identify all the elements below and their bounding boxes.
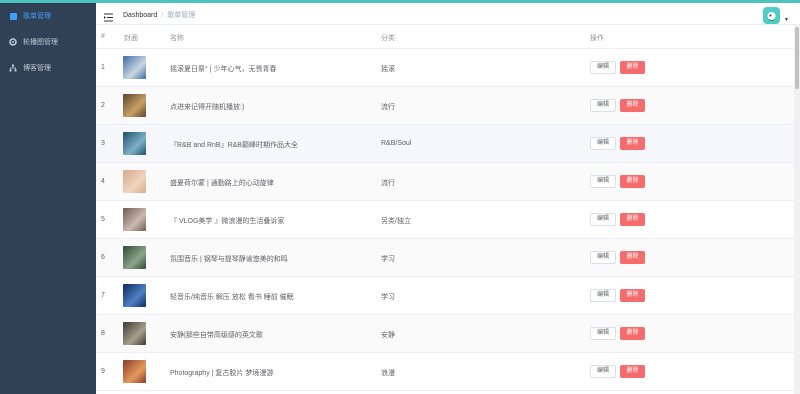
playlist-table: # 封面 名称 分类 操作 1 摇滚夏日祭° | 少年心气，无畏青春 摇滚 编辑 删除 2… [96,25,794,394]
row-index: 6 [101,254,105,261]
playlist-title: 盛夏荷尔蒙 | 通勤路上的心动旋律 [170,180,274,187]
playlist-cover-image [123,208,146,231]
header-actions: 操作 [590,35,604,42]
table-row[interactable]: 9 Photography | 复古胶片 梦境漫游 浪漫 编辑 删除 [96,353,794,391]
table-row[interactable]: 1 摇滚夏日祭° | 少年心气，无畏青春 摇滚 编辑 删除 [96,49,794,87]
playlist-title: 『 VLOG美学 』微浪漫的生活叠诉家 [170,218,285,225]
playlist-category: 流行 [381,180,395,187]
vertical-scrollbar[interactable] [794,25,800,394]
playlist-category: 摇滚 [381,66,395,73]
edit-button[interactable]: 编辑 [590,137,616,150]
delete-button[interactable]: 删除 [620,175,645,188]
table-row[interactable]: 6 氛围音乐 | 钢琴与提琴静谧悠美的和鸣 学习 编辑 删除 [96,239,794,277]
playlist-title: 氛围音乐 | 钢琴与提琴静谧悠美的和鸣 [170,256,288,263]
edit-button[interactable]: 编辑 [590,175,616,188]
playlist-category: 学习 [381,294,395,301]
header-title: 名称 [170,35,184,42]
grid-icon [9,12,17,20]
table-body: 1 摇滚夏日祭° | 少年心气，无畏青春 摇滚 编辑 删除 2 点进来记得开随机播放:) 流行… [96,49,794,391]
row-index: 8 [101,330,105,337]
delete-button[interactable]: 删除 [620,327,645,340]
table-header: # 封面 名称 分类 操作 [96,25,794,49]
header-cover: 封面 [124,35,138,42]
table-row[interactable]: 2 点进来记得开随机播放:) 流行 编辑 删除 [96,87,794,125]
playlist-cover-image [123,94,146,117]
sidebar-item-blog-management[interactable]: 博客管理 [0,55,96,81]
sidebar-item-label: 歌单管理 [23,13,51,20]
scrollbar-thumb[interactable] [795,27,799,89]
playlist-category: R&B/Soul [381,140,412,147]
row-index: 7 [101,292,105,299]
playlist-cover-image [123,170,146,193]
table-row[interactable]: 8 安静|那些自带高级感的英文歌 安静 编辑 删除 [96,315,794,353]
playlist-cover-image [123,246,146,269]
playlist-cover-image [123,284,146,307]
header-category: 分类 [381,35,395,42]
playlist-title: 点进来记得开随机播放:) [170,104,245,111]
row-index: 1 [101,64,105,71]
row-index: 2 [101,102,105,109]
row-index: 5 [101,216,105,223]
navbar: Dashboard / 歌单管理 ▼ [96,3,800,25]
playlist-title: Photography | 复古胶片 梦境漫游 [170,370,274,377]
row-index: 4 [101,178,105,185]
playlist-title: 『R&B and RnB』R&B巅峰时期作品大全 [170,142,298,149]
playlist-title: 轻音乐/纯音乐 解压 放松 看书 睡前 催眠 [170,294,294,301]
playlist-cover-image [123,56,146,79]
sidebar-item-label: 轮播图管理 [23,39,58,46]
edit-button[interactable]: 编辑 [590,327,616,340]
playlist-category: 另类/独立 [381,218,411,225]
delete-button[interactable]: 删除 [620,61,645,74]
hamburger-icon[interactable] [104,9,113,22]
playlist-cover-image [123,322,146,345]
table-row[interactable]: 5 『 VLOG美学 』微浪漫的生活叠诉家 另类/独立 编辑 删除 [96,201,794,239]
header-index: # [101,33,105,40]
playlist-cover-image [123,360,146,383]
delete-button[interactable]: 删除 [620,251,645,264]
sidebar-item-label: 博客管理 [23,65,51,72]
playlist-category: 浪漫 [381,370,395,377]
breadcrumb: Dashboard / 歌单管理 [123,10,195,20]
playlist-title: 摇滚夏日祭° | 少年心气，无畏青春 [170,66,277,73]
row-index: 9 [101,368,105,375]
delete-button[interactable]: 删除 [620,99,645,112]
sidebar: 歌单管理 轮播图管理 博客管理 [0,3,96,394]
tree-icon [9,64,17,72]
avatar[interactable] [763,7,780,24]
playlist-cover-image [123,132,146,155]
sidebar-item-playlist-management[interactable]: 歌单管理 [0,3,96,29]
edit-button[interactable]: 编辑 [590,99,616,112]
delete-button[interactable]: 删除 [620,213,645,226]
app-window: 歌单管理 轮播图管理 博客管理 Dashboard / 歌单管理 ▼ # 封面 … [0,0,800,394]
delete-button[interactable]: 删除 [620,137,645,150]
row-index: 3 [101,140,105,147]
playlist-category: 安静 [381,332,395,339]
playlist-category: 学习 [381,256,395,263]
breadcrumb-current: 歌单管理 [167,12,196,19]
sidebar-item-carousel-management[interactable]: 轮播图管理 [0,29,96,55]
caret-down-icon[interactable]: ▼ [784,17,789,23]
delete-button[interactable]: 删除 [620,289,645,302]
edit-button[interactable]: 编辑 [590,289,616,302]
playlist-category: 流行 [381,104,395,111]
table-row[interactable]: 3 『R&B and RnB』R&B巅峰时期作品大全 R&B/Soul 编辑 删除 [96,125,794,163]
delete-button[interactable]: 删除 [620,365,645,378]
edit-button[interactable]: 编辑 [590,61,616,74]
edit-button[interactable]: 编辑 [590,213,616,226]
edit-button[interactable]: 编辑 [590,365,616,378]
breadcrumb-home-link[interactable]: Dashboard [123,12,157,19]
table-row[interactable]: 4 盛夏荷尔蒙 | 通勤路上的心动旋律 流行 编辑 删除 [96,163,794,201]
gear-icon [9,38,17,46]
table-row[interactable]: 7 轻音乐/纯音乐 解压 放松 看书 睡前 催眠 学习 编辑 删除 [96,277,794,315]
edit-button[interactable]: 编辑 [590,251,616,264]
playlist-title: 安静|那些自带高级感的英文歌 [170,332,263,339]
breadcrumb-separator: / [161,12,164,19]
